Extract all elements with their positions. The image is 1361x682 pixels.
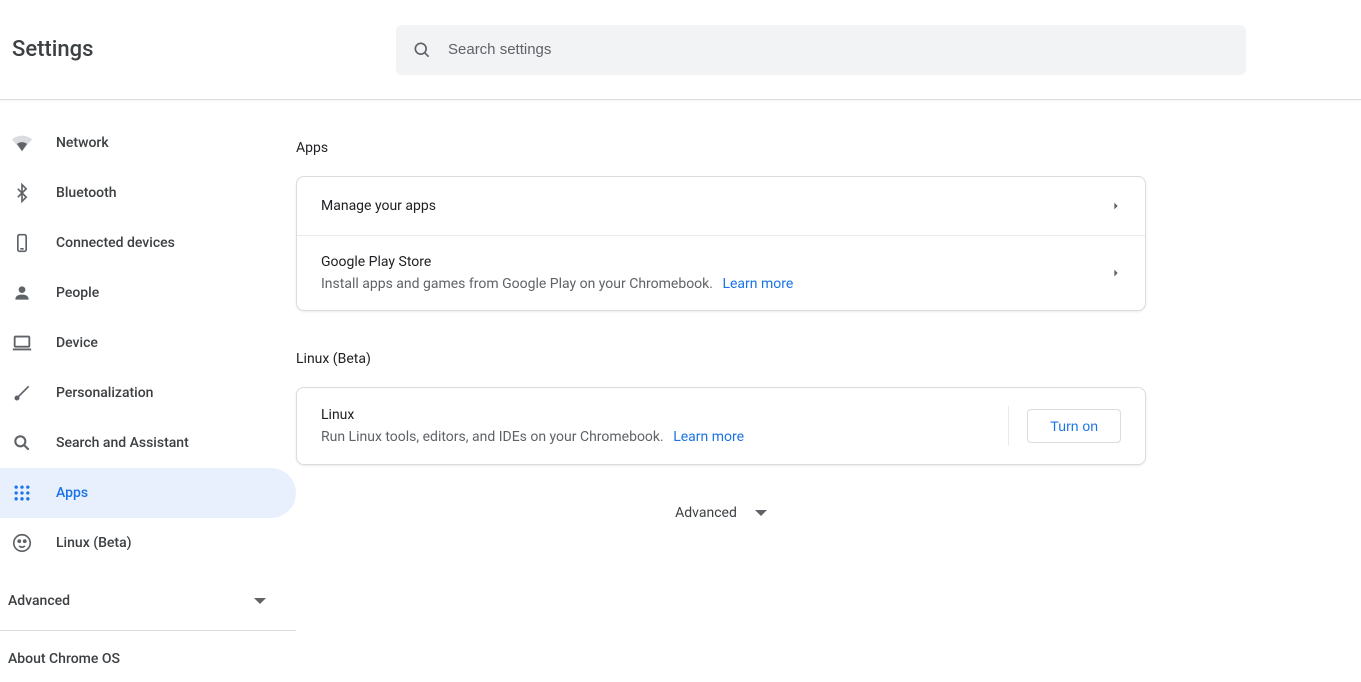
sidebar-item-label: People [56,285,99,301]
sidebar-item-label: Device [56,335,98,351]
chevron-right-icon [1111,201,1121,211]
chevron-right-icon [1111,268,1121,278]
row-manage-apps[interactable]: Manage your apps [297,177,1145,235]
sidebar: Network Bluetooth Connected devices Peop… [0,100,296,667]
search-bar[interactable] [396,25,1246,75]
phone-icon [10,231,34,255]
row-subtitle: Install apps and games from Google Play … [321,276,1111,292]
main-advanced-toggle[interactable]: Advanced [296,505,1146,521]
chevron-down-icon [755,510,767,516]
sidebar-advanced-label: Advanced [8,593,70,609]
learn-more-link[interactable]: Learn more [673,429,744,445]
divider [1008,406,1009,446]
linux-card: Linux Run Linux tools, editors, and IDEs… [296,387,1146,465]
sidebar-item-label: Network [56,135,109,151]
chevron-down-icon [254,598,266,604]
section-title-linux: Linux (Beta) [296,351,1146,367]
sidebar-item-label: Linux (Beta) [56,535,132,551]
sidebar-about-label: About Chrome OS [8,651,120,667]
penguin-icon [10,531,34,555]
sidebar-item-people[interactable]: People [0,268,296,318]
row-title: Google Play Store [321,254,1111,270]
sidebar-advanced-toggle[interactable]: Advanced [0,576,296,626]
sidebar-about[interactable]: About Chrome OS [0,631,296,667]
laptop-icon [10,331,34,355]
learn-more-link[interactable]: Learn more [722,276,793,292]
bluetooth-icon [10,181,34,205]
sidebar-item-device[interactable]: Device [0,318,296,368]
row-google-play-store[interactable]: Google Play Store Install apps and games… [297,235,1145,310]
sidebar-item-label: Apps [56,485,88,501]
sidebar-item-label: Connected devices [56,235,175,251]
brush-icon [10,381,34,405]
sidebar-item-linux-beta[interactable]: Linux (Beta) [0,518,296,568]
search-icon [10,431,34,455]
apps-card: Manage your apps Google Play Store Insta… [296,176,1146,311]
sidebar-item-apps[interactable]: Apps [0,468,296,518]
main-advanced-label: Advanced [675,505,737,521]
person-icon [10,281,34,305]
sidebar-item-label: Bluetooth [56,185,117,201]
sidebar-item-personalization[interactable]: Personalization [0,368,296,418]
wifi-icon [10,131,34,155]
search-icon [412,40,432,60]
sidebar-item-search-assistant[interactable]: Search and Assistant [0,418,296,468]
sidebar-item-bluetooth[interactable]: Bluetooth [0,168,296,218]
row-subtitle: Run Linux tools, editors, and IDEs on yo… [321,429,998,445]
sidebar-item-label: Personalization [56,385,153,401]
sidebar-item-connected-devices[interactable]: Connected devices [0,218,296,268]
sidebar-item-label: Search and Assistant [56,435,189,451]
row-title: Linux [321,407,998,423]
main-content: Apps Manage your apps Google Play Store … [296,100,1361,667]
search-input[interactable] [448,41,1230,58]
header: Settings [0,0,1361,100]
sidebar-item-network[interactable]: Network [0,118,296,168]
row-linux: Linux Run Linux tools, editors, and IDEs… [297,388,1145,464]
turn-on-button[interactable]: Turn on [1027,409,1121,443]
apps-icon [10,481,34,505]
section-title-apps: Apps [296,140,1146,156]
row-title: Manage your apps [321,198,1111,214]
page-title: Settings [0,37,396,62]
